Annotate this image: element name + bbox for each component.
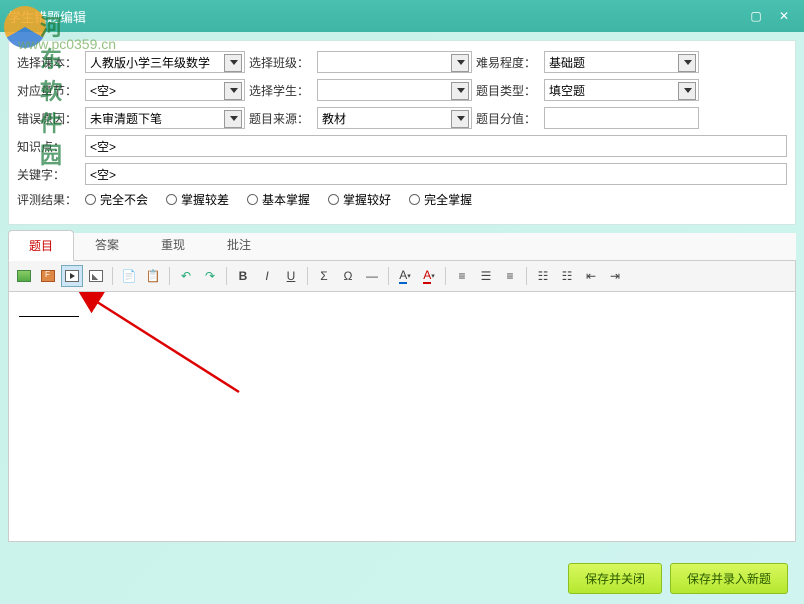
result-radio-0[interactable]: 完全不会 — [85, 191, 148, 208]
play-icon — [65, 270, 79, 282]
titlebar: 学生错题编辑 ▢ ✕ — [0, 0, 804, 32]
symbol-button[interactable]: Ω — [337, 265, 359, 287]
editor-toolbar: 📄 📋 ↶ ↷ B I U Σ Ω — A▾ A▾ ≡ ☰ ≡ ☷ ☷ ⇤ ⇥ — [8, 261, 796, 292]
italic-button[interactable]: I — [256, 265, 278, 287]
flash-icon — [41, 270, 55, 282]
tab-question[interactable]: 题目 — [8, 230, 74, 261]
textbook-label: 选择课本： — [17, 54, 81, 71]
tab-note[interactable]: 批注 — [206, 229, 272, 260]
insert-draw-button[interactable] — [85, 265, 107, 287]
keyword-label: 关键字： — [17, 166, 81, 183]
image-icon — [17, 270, 31, 282]
underline-button[interactable]: U — [280, 265, 302, 287]
ordered-list-button[interactable]: ☷ — [532, 265, 554, 287]
tab-redo[interactable]: 重现 — [140, 229, 206, 260]
knowledge-label: 知识点： — [17, 138, 81, 155]
editor-content-line — [19, 316, 79, 317]
knowledge-input[interactable]: <空> — [85, 135, 787, 157]
insert-flash-button[interactable] — [37, 265, 59, 287]
reason-select[interactable]: 未审清题下笔 — [85, 107, 245, 129]
difficulty-select[interactable]: 基础题 — [544, 51, 699, 73]
annotation-arrow — [9, 292, 269, 412]
align-right-button[interactable]: ≡ — [499, 265, 521, 287]
class-label: 选择班级： — [249, 54, 313, 71]
pencil-icon — [89, 270, 103, 282]
result-radio-3[interactable]: 掌握较好 — [328, 191, 391, 208]
insert-media-button[interactable] — [61, 265, 83, 287]
close-button[interactable]: ✕ — [772, 6, 796, 26]
hr-button[interactable]: — — [361, 265, 383, 287]
tab-answer[interactable]: 答案 — [74, 229, 140, 260]
result-label: 评测结果： — [17, 191, 81, 208]
unordered-list-button[interactable]: ☷ — [556, 265, 578, 287]
tabs: 题目 答案 重现 批注 — [8, 233, 796, 261]
result-radio-4[interactable]: 完全掌握 — [409, 191, 472, 208]
backcolor-button[interactable]: A▾ — [418, 265, 440, 287]
undo-button[interactable]: ↶ — [175, 265, 197, 287]
source-select[interactable]: 教材 — [317, 107, 472, 129]
redo-button[interactable]: ↷ — [199, 265, 221, 287]
outdent-button[interactable]: ⇤ — [580, 265, 602, 287]
student-label: 选择学生： — [249, 82, 313, 99]
form-panel: 选择课本： 人教版小学三年级数学 选择班级： 难易程度： 基础题 对应章节： <… — [8, 40, 796, 225]
window-title: 学生错题编辑 — [8, 7, 740, 26]
footer: 保存并关闭 保存并录入新题 — [568, 563, 788, 594]
align-left-button[interactable]: ≡ — [451, 265, 473, 287]
source-label: 题目来源： — [249, 110, 313, 127]
result-radio-1[interactable]: 掌握较差 — [166, 191, 229, 208]
type-select[interactable]: 填空题 — [544, 79, 699, 101]
forecolor-button[interactable]: A▾ — [394, 265, 416, 287]
score-label: 题目分值： — [476, 110, 540, 127]
type-label: 题目类型： — [476, 82, 540, 99]
class-select[interactable] — [317, 51, 472, 73]
score-input[interactable] — [544, 107, 699, 129]
insert-image-button[interactable] — [13, 265, 35, 287]
chapter-label: 对应章节： — [17, 82, 81, 99]
indent-button[interactable]: ⇥ — [604, 265, 626, 287]
chapter-select[interactable]: <空> — [85, 79, 245, 101]
minimize-button[interactable]: ▢ — [744, 6, 768, 26]
copy-button[interactable]: 📄 — [118, 265, 140, 287]
reason-label: 错误原因： — [17, 110, 81, 127]
align-center-button[interactable]: ☰ — [475, 265, 497, 287]
bold-button[interactable]: B — [232, 265, 254, 287]
keyword-input[interactable]: <空> — [85, 163, 787, 185]
formula-button[interactable]: Σ — [313, 265, 335, 287]
save-new-button[interactable]: 保存并录入新题 — [670, 563, 788, 594]
textbook-select[interactable]: 人教版小学三年级数学 — [85, 51, 245, 73]
result-radio-group: 完全不会 掌握较差 基本掌握 掌握较好 完全掌握 — [85, 191, 472, 208]
difficulty-label: 难易程度： — [476, 54, 540, 71]
result-radio-2[interactable]: 基本掌握 — [247, 191, 310, 208]
save-close-button[interactable]: 保存并关闭 — [568, 563, 662, 594]
student-select[interactable] — [317, 79, 472, 101]
paste-button[interactable]: 📋 — [142, 265, 164, 287]
editor-area[interactable] — [8, 292, 796, 542]
